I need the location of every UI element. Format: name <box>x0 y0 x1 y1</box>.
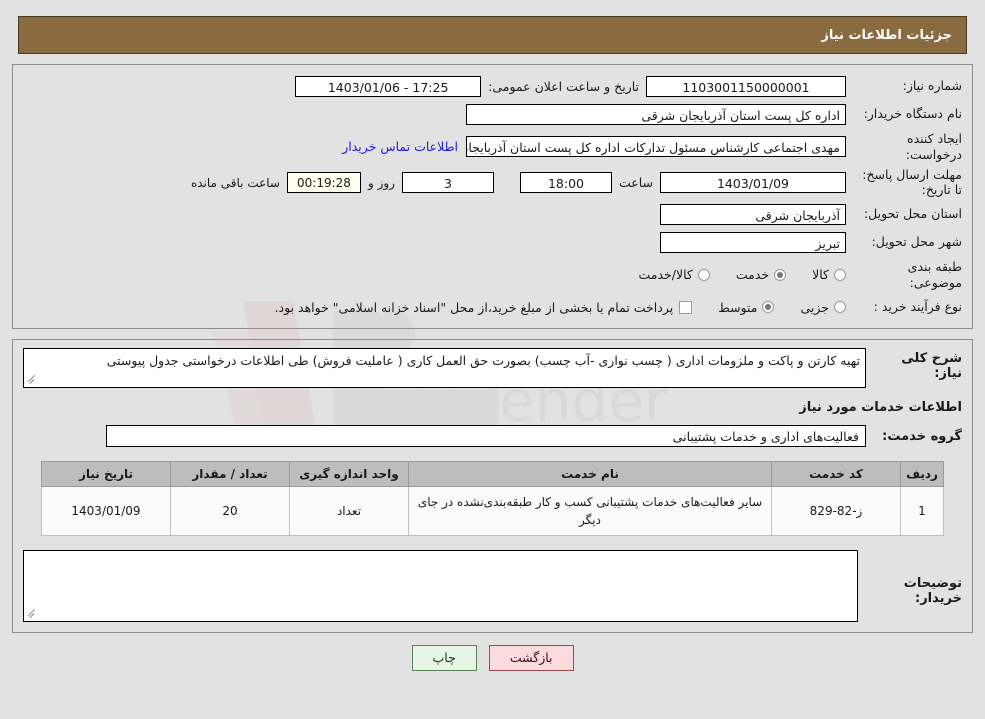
delivery-city-label: شهر محل تحویل: <box>871 234 962 250</box>
category-label-khedmat: خدمت <box>735 267 770 283</box>
category-label-kala: کالا <box>812 267 829 283</box>
service-details-panel: شرح کلی نیاز: تهیه کارتن و پاکت و ملزوما… <box>12 339 973 634</box>
row-general-description: شرح کلی نیاز: تهیه کارتن و پاکت و ملزوما… <box>23 348 962 389</box>
deadline-hour-label: ساعت <box>618 175 653 191</box>
need-info-panel: شماره نیاز: 1103001150000001 تاریخ و ساع… <box>12 64 973 330</box>
cell-quantity: 20 <box>170 486 290 537</box>
page-title: جزئیات اطلاعات نیاز <box>821 27 952 43</box>
subject-category-label: طبقه بندی موضوعی: <box>907 259 962 290</box>
radio-icon-jozii[interactable] <box>834 301 846 314</box>
row-request-creator: ایجاد کننده درخواست: مهدی اجتماعی کارشنا… <box>23 131 962 162</box>
treasury-bond-option[interactable]: پرداخت تمام یا بخشی از مبلغ خرید،از محل … <box>275 300 693 315</box>
treasury-bond-note: پرداخت تمام یا بخشی از مبلغ خرید،از محل … <box>274 299 674 315</box>
col-header-quantity: تعداد / مقدار <box>170 461 290 488</box>
cell-unit: تعداد <box>289 486 409 537</box>
general-description-textarea[interactable]: تهیه کارتن و پاکت و ملزومات اداری ( چسب … <box>23 348 866 389</box>
table-header-row: ردیف کد خدمت نام خدمت واحد اندازه گیری ت… <box>41 461 944 488</box>
radio-icon-khedmat[interactable] <box>774 268 787 281</box>
required-services-section-title: اطلاعات خدمات مورد نیاز <box>799 400 962 416</box>
resize-grip-icon[interactable] <box>27 375 37 385</box>
process-label-motavaset: متوسط <box>718 299 758 315</box>
col-header-need-date: تاریخ نیاز <box>41 461 171 488</box>
delivery-province-value: آذربایجان شرقی <box>660 203 846 225</box>
countdown-timer: 00:19:28 <box>286 172 361 194</box>
row-delivery-city: شهر محل تحویل: تبریز <box>23 231 962 253</box>
category-label-kala-khedmat: کالا/خدمت <box>638 267 693 283</box>
subject-category-radios: کالا خدمت کالا/خدمت <box>612 267 846 282</box>
row-delivery-province: استان محل تحویل: آذربایجان شرقی <box>23 203 962 225</box>
process-label-jozii: جزیی <box>800 299 829 315</box>
announce-datetime-label: تاریخ و ساعت اعلان عمومی: <box>488 78 639 94</box>
buyer-comments-label: توضیحات خریدار: <box>903 576 962 607</box>
radio-icon-kala-khedmat[interactable] <box>697 268 710 281</box>
service-group-label: گروه خدمت: <box>882 428 962 444</box>
buyer-org-value: اداره کل پست استان آذربایجان شرقی <box>466 103 846 125</box>
request-creator-value: مهدی اجتماعی کارشناس مسئول تدارکات اداره… <box>466 136 846 158</box>
checkbox-icon-treasury-bond[interactable] <box>679 300 693 314</box>
radio-icon-kala[interactable] <box>834 268 846 281</box>
cell-need-date: 1403/01/09 <box>41 486 171 537</box>
process-option-motavaset[interactable]: متوسط <box>718 299 775 315</box>
deadline-hour-value: 18:00 <box>519 172 612 194</box>
category-option-kala[interactable]: کالا <box>812 267 846 282</box>
buyer-comments-textarea[interactable] <box>23 550 858 623</box>
services-table-wrapper: ردیف کد خدمت نام خدمت واحد اندازه گیری ت… <box>23 461 962 537</box>
radio-icon-motavaset[interactable] <box>762 301 775 314</box>
row-subject-category: طبقه بندی موضوعی: کالا خدمت کالا/خدمت <box>23 259 962 290</box>
remaining-days-label: روز و <box>367 175 395 190</box>
services-table: ردیف کد خدمت نام خدمت واحد اندازه گیری ت… <box>41 461 944 537</box>
row-buyer-comments: توضیحات خریدار: <box>23 550 962 623</box>
delivery-city-value: تبریز <box>660 231 846 253</box>
buyer-contact-link[interactable]: اطلاعات تماس خریدار <box>334 139 466 154</box>
col-header-service-name: نام خدمت <box>408 461 772 488</box>
category-option-kala-khedmat[interactable]: کالا/خدمت <box>638 267 710 283</box>
cell-service-code: ز-82-829 <box>771 486 901 537</box>
need-number-value: 1103001150000001 <box>646 75 846 97</box>
general-description-label: شرح کلی نیاز: <box>901 351 962 382</box>
col-header-service-code: کد خدمت <box>771 461 901 488</box>
category-option-khedmat[interactable]: خدمت <box>735 267 787 283</box>
announce-datetime-value: 17:25 - 1403/01/06 <box>295 75 482 97</box>
delivery-province-label: استان محل تحویل: <box>863 206 962 222</box>
row-response-deadline: مهلت ارسال پاسخ: تا تاریخ: 1403/01/09 سا… <box>23 168 962 197</box>
row-need-number: شماره نیاز: 1103001150000001 تاریخ و ساع… <box>23 75 962 97</box>
process-option-jozii[interactable]: جزیی <box>800 300 846 315</box>
response-deadline-label: مهلت ارسال پاسخ: تا تاریخ: <box>862 167 962 197</box>
cell-radif: 1 <box>900 486 944 537</box>
row-purchase-process: نوع فرآیند خرید : جزیی متوسط پرداخت تمام… <box>23 296 962 318</box>
footer-actions: بازگشت چاپ <box>0 645 985 671</box>
row-service-group: گروه خدمت: فعالیت‌های اداری و خدمات پشتی… <box>23 425 962 448</box>
table-row: 1 ز-82-829 سایر فعالیت‌های خدمات پشتیبان… <box>41 486 944 537</box>
remaining-days-value: 3 <box>401 172 494 194</box>
purchase-process-label: نوع فرآیند خرید : <box>873 299 962 315</box>
print-button[interactable]: چاپ <box>411 645 477 671</box>
col-header-unit: واحد اندازه گیری <box>289 461 409 488</box>
need-number-label: شماره نیاز: <box>902 78 962 94</box>
cell-service-name: سایر فعالیت‌های خدمات پشتیبانی کسب و کار… <box>408 486 772 537</box>
resize-grip-icon-comments[interactable] <box>27 609 37 619</box>
row-buyer-org: نام دستگاه خریدار: اداره کل پست استان آذ… <box>23 103 962 125</box>
service-group-value: فعالیت‌های اداری و خدمات پشتیبانی <box>106 425 866 448</box>
deadline-date-value: 1403/01/09 <box>660 172 846 194</box>
general-description-value: تهیه کارتن و پاکت و ملزومات اداری ( چسب … <box>106 353 860 369</box>
purchase-process-radios: جزیی متوسط پرداخت تمام یا بخشی از مبلغ خ… <box>275 300 846 315</box>
back-button[interactable]: بازگشت <box>488 645 574 671</box>
col-header-radif: ردیف <box>900 461 944 488</box>
buyer-org-label: نام دستگاه خریدار: <box>863 106 962 122</box>
remaining-hours-label: ساعت باقی مانده <box>190 175 280 190</box>
request-creator-label: ایجاد کننده درخواست: <box>905 131 962 162</box>
page-header: جزئیات اطلاعات نیاز <box>18 16 967 54</box>
